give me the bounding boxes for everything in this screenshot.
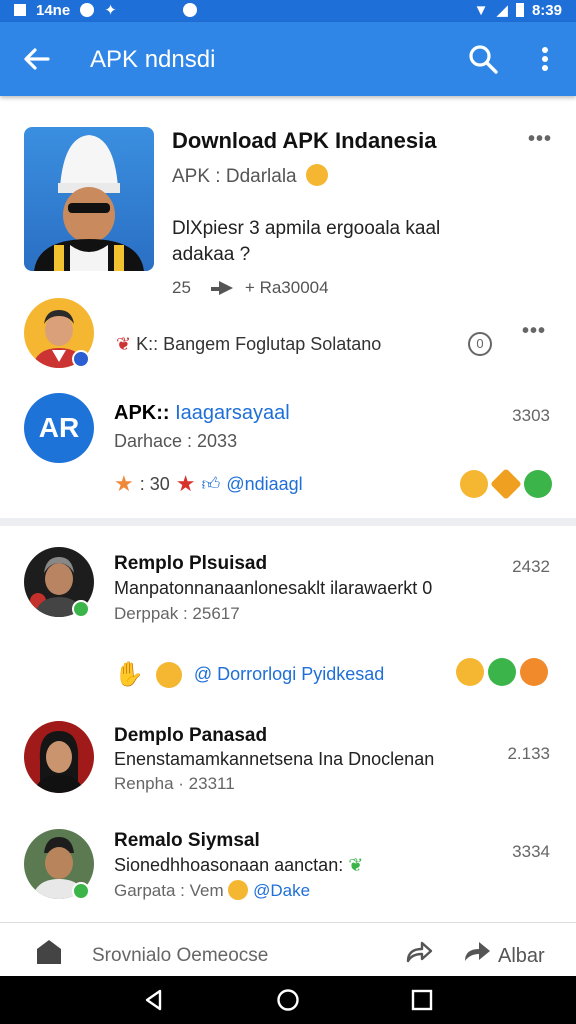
post-emoji-reactions[interactable] [456, 658, 548, 686]
hero-shares: + Ra30004 [244, 278, 329, 297]
comment-input[interactable]: Srovnialo Oemeocse [92, 945, 268, 967]
post-number: 3334 [512, 842, 550, 861]
wifi-icon: ▼ [473, 1, 489, 19]
post-author[interactable]: Remplo Plsuisad [114, 553, 267, 575]
post-number: 2432 [512, 557, 550, 576]
post-number: 2.133 [507, 744, 550, 763]
verified-badge-icon [72, 600, 90, 618]
post-meta-prefix: Garpata : Vem [114, 881, 224, 900]
row2-more-icon[interactable]: ••• [522, 320, 546, 343]
system-nav-bar [0, 976, 576, 1024]
thinking-emoji-icon [155, 661, 182, 688]
forward-icon[interactable] [462, 937, 492, 965]
post-body-text: Sionedhhoasonaan aanctan: [114, 855, 344, 875]
hero-person-illustration [34, 135, 144, 271]
post-author[interactable]: Demplo Panasad [114, 725, 267, 747]
post-body: Manpatonnanaanlonesaklt ilarawaerkt 0 [114, 578, 433, 598]
row2-text: ❦ K:: Bangem Foglutap Solatano [116, 334, 381, 355]
signal-icon: ◢ [496, 2, 508, 19]
section-divider [0, 518, 576, 526]
bottom-right-label[interactable]: Albar [498, 945, 545, 968]
thumbs-up-emoji-icon [488, 658, 516, 686]
home-icon[interactable] [34, 937, 64, 965]
verified-badge-icon [72, 882, 90, 900]
post-body: Enenstamamkannetsena Ina Dnoclenan [114, 749, 435, 769]
post-body: Sionedhhoasonaan aanctan: ❦ [114, 855, 363, 876]
apk-title-link[interactable]: Iaagarsayaal [175, 402, 290, 424]
face-emoji-icon [305, 164, 328, 186]
post-meta: Renpha · 23311 [114, 774, 235, 793]
apk-date: Darhace : 2033 [114, 431, 238, 451]
avatar-person [34, 731, 84, 793]
reaction-link[interactable]: @ Dorrorlogi Pyidkesad [194, 664, 384, 685]
back-arrow-icon[interactable] [20, 42, 54, 76]
clap-icon: ✋ [114, 661, 144, 688]
status-left-text: 14ne [36, 1, 71, 19]
status-bar: 14ne ✦ ▼ ◢ 8:39 [0, 0, 576, 22]
post-meta: Garpata : Vem @Dake [114, 880, 310, 901]
laugh-emoji-icon [520, 658, 548, 686]
post-meta: Derppak : 25617 [114, 604, 240, 623]
smile-emoji-icon [460, 470, 488, 498]
hero-title: Download APK Indanesia [172, 128, 437, 153]
bottom-action-bar: Srovnialo Oemeocse Albar [0, 922, 576, 976]
wink-emoji-icon [228, 880, 249, 900]
star-icon: ★ [114, 471, 134, 496]
apk-logo[interactable]: AR [24, 393, 94, 463]
app-bar-title: APK ndnsdi [90, 46, 216, 73]
hero-stats: 25 + Ra30004 [172, 277, 329, 299]
post-meta-link[interactable]: @Dake [253, 881, 310, 900]
nav-home-icon[interactable] [276, 988, 300, 1012]
heart-icon: ❦ [116, 334, 132, 354]
hero-subtitle: APK : Ddarlala [172, 164, 328, 188]
alert-icon [182, 3, 197, 17]
apk-meta: ★ : 30 ★ 👍︎ @ndiaagl [114, 471, 303, 497]
apk-title-prefix: APK:: [114, 402, 170, 424]
apk-meta-link[interactable]: @ndiaagl [226, 474, 302, 495]
verified-badge-icon [72, 350, 90, 368]
app-bar: APK ndnsdi [0, 22, 576, 96]
app-notification-icon [80, 3, 95, 17]
hero-image[interactable] [24, 127, 154, 271]
plus-icon: ✦ [104, 2, 117, 19]
smile-emoji-icon [456, 658, 484, 686]
star-red-icon: ★ [175, 471, 196, 496]
apk-title[interactable]: APK:: Iaagarsayaal [114, 402, 290, 425]
avatar[interactable] [24, 721, 94, 793]
hero-count: 25 [172, 278, 191, 297]
nav-recents-icon[interactable] [410, 988, 434, 1012]
hero-more-icon[interactable]: ••• [528, 128, 552, 151]
apk-reactions[interactable] [460, 468, 552, 500]
hero-description: DlXpiesr 3 apmila ergooala kaal adakaa ? [172, 218, 441, 265]
search-icon[interactable] [466, 42, 500, 76]
post-author[interactable]: Remalo Siymsal [114, 830, 260, 852]
thumbs-icon: 👍︎ [201, 474, 221, 494]
post-reactions: ✋ @ Dorrorlogi Pyidkesad [114, 660, 384, 689]
notification-icon [14, 4, 26, 16]
star-emoji-icon [490, 468, 522, 500]
battery-icon [515, 3, 524, 17]
share-icon[interactable] [209, 277, 235, 299]
check-emoji-icon [524, 470, 552, 498]
info-icon[interactable]: 0 [468, 332, 492, 356]
status-time: 8:39 [531, 1, 562, 19]
nav-back-icon[interactable] [142, 988, 166, 1012]
hero-subtitle-text: APK : Ddarlala [172, 166, 297, 187]
apk-number: 3303 [512, 406, 550, 425]
more-vert-icon[interactable] [530, 42, 560, 76]
share-outline-icon[interactable] [404, 937, 434, 965]
row2-label: K:: Bangem Foglutap Solatano [136, 334, 382, 354]
apk-meta-stars: : 30 [139, 473, 170, 494]
leaf-icon: ❦ [348, 855, 364, 875]
